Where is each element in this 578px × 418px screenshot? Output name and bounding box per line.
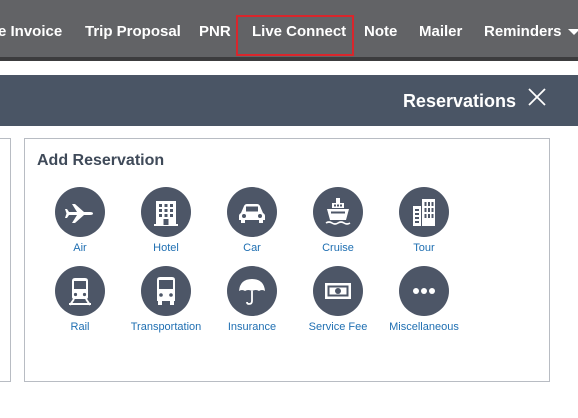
close-icon[interactable] — [526, 86, 548, 108]
nav-item-reminders-label: Reminders — [484, 23, 562, 40]
tile-tour[interactable]: Tour — [379, 187, 469, 254]
left-panel — [0, 138, 11, 382]
tile-air-label: Air — [73, 242, 87, 254]
nav-item-mailer[interactable]: Mailer — [419, 22, 462, 42]
tile-car[interactable]: Car — [207, 187, 297, 254]
car-icon — [227, 187, 277, 237]
page-title: Reservations — [402, 91, 516, 111]
nav-item-invoice[interactable]: e Invoice — [0, 22, 62, 42]
building-icon — [141, 187, 191, 237]
tile-miscellaneous-label: Miscellaneous — [389, 321, 459, 333]
tile-air[interactable]: Air — [35, 187, 125, 254]
tile-rail-label: Rail — [70, 321, 90, 333]
nav-item-trip-proposal[interactable]: Trip Proposal — [85, 22, 181, 42]
tile-car-label: Car — [243, 242, 261, 254]
umbrella-icon — [227, 266, 277, 316]
tile-service-fee-label: Service Fee — [308, 321, 368, 333]
tile-transportation-label: Transportation — [130, 321, 202, 333]
caret-down-icon — [567, 29, 578, 36]
top-nav-bar: e Invoice Trip Proposal PNR Live Connect… — [0, 0, 578, 61]
nav-item-note[interactable]: Note — [364, 22, 397, 42]
city-icon — [399, 187, 449, 237]
tile-miscellaneous[interactable]: Miscellaneous — [379, 266, 469, 333]
ship-icon — [313, 187, 363, 237]
nav-item-pnr[interactable]: PNR — [199, 22, 231, 42]
tile-rail[interactable]: Rail — [35, 266, 125, 333]
tile-hotel-label: Hotel — [153, 242, 179, 254]
more-icon — [399, 266, 449, 316]
tile-cruise[interactable]: Cruise — [293, 187, 383, 254]
money-icon — [313, 266, 363, 316]
nav-item-reminders[interactable]: Reminders — [484, 22, 578, 42]
tile-transportation[interactable]: Transportation — [121, 266, 211, 333]
tile-tour-label: Tour — [413, 242, 435, 254]
live-connect-highlight — [236, 15, 354, 56]
tile-hotel[interactable]: Hotel — [121, 187, 211, 254]
reservations-header: Reservations — [0, 75, 578, 126]
tile-cruise-label: Cruise — [322, 242, 354, 254]
airplane-icon — [55, 187, 105, 237]
tile-insurance-label: Insurance — [227, 321, 277, 333]
tile-insurance[interactable]: Insurance — [207, 266, 297, 333]
add-reservation-panel: Add Reservation Air Hotel Car Cruise Tou… — [24, 138, 550, 382]
bus-icon — [141, 266, 191, 316]
tile-service-fee[interactable]: Service Fee — [293, 266, 383, 333]
train-icon — [55, 266, 105, 316]
add-reservation-title: Add Reservation — [37, 152, 165, 169]
